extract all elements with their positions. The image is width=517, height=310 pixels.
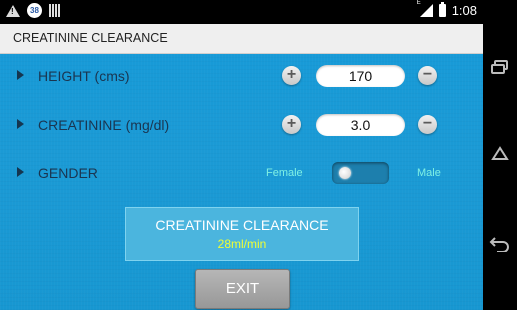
gender-male-label: Male	[417, 167, 441, 179]
height-row: HEIGHT (cms) + 170 −	[0, 61, 483, 91]
expand-arrow-icon	[17, 70, 24, 80]
home-icon[interactable]	[491, 146, 509, 160]
toggle-knob	[339, 167, 351, 179]
barcode-icon	[49, 4, 61, 17]
result-panel: CREATININE CLEARANCE 28ml/min	[125, 207, 359, 261]
notification-icons: 38	[6, 3, 61, 18]
notification-badge: 38	[27, 3, 42, 18]
gender-label: GENDER	[38, 165, 98, 181]
creatinine-label: CREATININE (mg/dl)	[38, 117, 170, 133]
app-title: CREATININE CLEARANCE	[13, 31, 168, 45]
network-type: E	[416, 0, 421, 6]
creatinine-increase-button[interactable]: +	[282, 115, 301, 134]
height-field[interactable]: 170	[316, 65, 405, 87]
height-increase-button[interactable]: +	[282, 66, 301, 85]
result-title: CREATININE CLEARANCE	[155, 217, 329, 233]
status-right: E 1:08	[417, 0, 477, 18]
creatinine-row: CREATININE (mg/dl) + 3.0 −	[0, 110, 483, 140]
creatinine-decrease-button[interactable]: −	[418, 115, 437, 134]
result-value: 28ml/min	[217, 237, 267, 251]
status-bar: 38 E 1:08	[0, 0, 483, 24]
recents-icon[interactable]	[491, 60, 509, 74]
app-screen: 38 E 1:08 CREATININE CLEARANCE HEIGHT (c…	[0, 0, 483, 310]
title-bar: CREATININE CLEARANCE	[0, 24, 483, 54]
warning-icon	[6, 4, 20, 17]
signal-icon: E	[417, 0, 433, 17]
exit-button[interactable]: EXIT	[195, 269, 290, 309]
gender-toggle[interactable]	[332, 162, 389, 184]
height-decrease-button[interactable]: −	[418, 66, 437, 85]
expand-arrow-icon	[17, 119, 24, 129]
gender-row: GENDER Female Male	[0, 158, 483, 188]
creatinine-field[interactable]: 3.0	[316, 114, 405, 136]
height-label: HEIGHT (cms)	[38, 68, 130, 84]
navigation-bar	[483, 0, 517, 310]
expand-arrow-icon	[17, 167, 24, 177]
gender-female-label: Female	[266, 167, 303, 179]
back-icon[interactable]	[489, 236, 511, 252]
battery-icon	[438, 2, 446, 17]
status-time: 1:08	[451, 3, 477, 18]
